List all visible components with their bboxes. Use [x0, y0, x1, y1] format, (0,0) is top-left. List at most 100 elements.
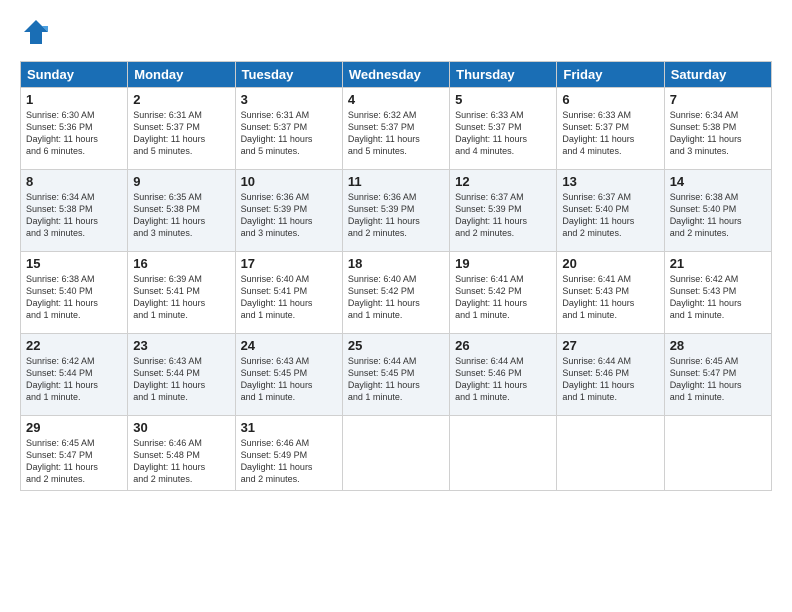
day-number: 21 [670, 256, 766, 271]
calendar-cell: 13 Sunrise: 6:37 AM Sunset: 5:40 PM Dayli… [557, 170, 664, 252]
day-number: 15 [26, 256, 122, 271]
calendar-cell: 30Sunrise: 6:46 AM Sunset: 5:48 PM Dayli… [128, 416, 235, 491]
calendar-cell: 6 Sunrise: 6:33 AM Sunset: 5:37 PM Daylig… [557, 88, 664, 170]
page: SundayMondayTuesdayWednesdayThursdayFrid… [0, 0, 792, 612]
day-number: 13 [562, 174, 658, 189]
calendar-week-2: 8 Sunrise: 6:34 AM Sunset: 5:38 PM Daylig… [21, 170, 772, 252]
cell-text: Sunrise: 6:38 AM Sunset: 5:40 PM Dayligh… [670, 191, 766, 240]
day-number: 30 [133, 420, 229, 435]
logo-icon [22, 18, 50, 46]
calendar-cell: 7 Sunrise: 6:34 AM Sunset: 5:38 PM Daylig… [664, 88, 771, 170]
calendar-body: 1Sunrise: 6:30 AM Sunset: 5:36 PM Daylig… [21, 88, 772, 491]
calendar-cell: 12Sunrise: 6:37 AM Sunset: 5:39 PM Dayli… [450, 170, 557, 252]
day-number: 23 [133, 338, 229, 353]
cell-text: Sunrise: 6:39 AM Sunset: 5:41 PM Dayligh… [133, 273, 229, 322]
calendar-cell: 8 Sunrise: 6:34 AM Sunset: 5:38 PM Daylig… [21, 170, 128, 252]
calendar-week-4: 22 Sunrise: 6:42 AM Sunset: 5:44 PM Dayli… [21, 334, 772, 416]
day-number: 17 [241, 256, 337, 271]
cell-text: Sunrise: 6:33 AM Sunset: 5:37 PM Dayligh… [562, 109, 658, 158]
cell-text: Sunrise: 6:41 AM Sunset: 5:42 PM Dayligh… [455, 273, 551, 322]
calendar-cell: 27 Sunrise: 6:44 AM Sunset: 5:46 PM Dayli… [557, 334, 664, 416]
day-number: 16 [133, 256, 229, 271]
cell-text: Sunrise: 6:42 AM Sunset: 5:44 PM Dayligh… [26, 355, 122, 404]
day-number: 20 [562, 256, 658, 271]
calendar-cell: 11 Sunrise: 6:36 AM Sunset: 5:39 PM Dayli… [342, 170, 449, 252]
calendar-cell: 10Sunrise: 6:36 AM Sunset: 5:39 PM Dayli… [235, 170, 342, 252]
day-number: 25 [348, 338, 444, 353]
calendar-cell: 2 Sunrise: 6:31 AM Sunset: 5:37 PM Daylig… [128, 88, 235, 170]
calendar-cell [664, 416, 771, 491]
calendar-cell: 31Sunrise: 6:46 AM Sunset: 5:49 PM Dayli… [235, 416, 342, 491]
cell-text: Sunrise: 6:37 AM Sunset: 5:40 PM Dayligh… [562, 191, 658, 240]
calendar-cell: 20 Sunrise: 6:41 AM Sunset: 5:43 PM Dayli… [557, 252, 664, 334]
cell-text: Sunrise: 6:34 AM Sunset: 5:38 PM Dayligh… [26, 191, 122, 240]
calendar-cell: 9 Sunrise: 6:35 AM Sunset: 5:38 PM Daylig… [128, 170, 235, 252]
cell-text: Sunrise: 6:45 AM Sunset: 5:47 PM Dayligh… [26, 437, 122, 486]
calendar-cell: 28 Sunrise: 6:45 AM Sunset: 5:47 PM Dayli… [664, 334, 771, 416]
calendar-cell: 23 Sunrise: 6:43 AM Sunset: 5:44 PM Dayli… [128, 334, 235, 416]
calendar-week-1: 1Sunrise: 6:30 AM Sunset: 5:36 PM Daylig… [21, 88, 772, 170]
calendar-header-monday: Monday [128, 62, 235, 88]
cell-text: Sunrise: 6:44 AM Sunset: 5:46 PM Dayligh… [562, 355, 658, 404]
day-number: 22 [26, 338, 122, 353]
cell-text: Sunrise: 6:36 AM Sunset: 5:39 PM Dayligh… [241, 191, 337, 240]
day-number: 7 [670, 92, 766, 107]
day-number: 9 [133, 174, 229, 189]
calendar-week-5: 29 Sunrise: 6:45 AM Sunset: 5:47 PM Dayli… [21, 416, 772, 491]
cell-text: Sunrise: 6:35 AM Sunset: 5:38 PM Dayligh… [133, 191, 229, 240]
day-number: 12 [455, 174, 551, 189]
calendar-header-saturday: Saturday [664, 62, 771, 88]
calendar-cell: 22 Sunrise: 6:42 AM Sunset: 5:44 PM Dayli… [21, 334, 128, 416]
cell-text: Sunrise: 6:33 AM Sunset: 5:37 PM Dayligh… [455, 109, 551, 158]
day-number: 24 [241, 338, 337, 353]
cell-text: Sunrise: 6:43 AM Sunset: 5:44 PM Dayligh… [133, 355, 229, 404]
calendar-cell: 14 Sunrise: 6:38 AM Sunset: 5:40 PM Dayli… [664, 170, 771, 252]
calendar-cell: 25Sunrise: 6:44 AM Sunset: 5:45 PM Dayli… [342, 334, 449, 416]
day-number: 31 [241, 420, 337, 435]
cell-text: Sunrise: 6:44 AM Sunset: 5:46 PM Dayligh… [455, 355, 551, 404]
calendar-week-3: 15 Sunrise: 6:38 AM Sunset: 5:40 PM Dayli… [21, 252, 772, 334]
calendar-cell: 29 Sunrise: 6:45 AM Sunset: 5:47 PM Dayli… [21, 416, 128, 491]
cell-text: Sunrise: 6:38 AM Sunset: 5:40 PM Dayligh… [26, 273, 122, 322]
calendar-cell: 21 Sunrise: 6:42 AM Sunset: 5:43 PM Dayli… [664, 252, 771, 334]
cell-text: Sunrise: 6:36 AM Sunset: 5:39 PM Dayligh… [348, 191, 444, 240]
day-number: 19 [455, 256, 551, 271]
calendar-cell: 4 Sunrise: 6:32 AM Sunset: 5:37 PM Daylig… [342, 88, 449, 170]
cell-text: Sunrise: 6:30 AM Sunset: 5:36 PM Dayligh… [26, 109, 122, 158]
day-number: 27 [562, 338, 658, 353]
calendar-cell: 19 Sunrise: 6:41 AM Sunset: 5:42 PM Dayli… [450, 252, 557, 334]
cell-text: Sunrise: 6:32 AM Sunset: 5:37 PM Dayligh… [348, 109, 444, 158]
day-number: 5 [455, 92, 551, 107]
calendar-cell [450, 416, 557, 491]
cell-text: Sunrise: 6:41 AM Sunset: 5:43 PM Dayligh… [562, 273, 658, 322]
logo [20, 18, 50, 51]
day-number: 6 [562, 92, 658, 107]
calendar-cell: 1Sunrise: 6:30 AM Sunset: 5:36 PM Daylig… [21, 88, 128, 170]
cell-text: Sunrise: 6:45 AM Sunset: 5:47 PM Dayligh… [670, 355, 766, 404]
cell-text: Sunrise: 6:31 AM Sunset: 5:37 PM Dayligh… [241, 109, 337, 158]
calendar-cell: 15 Sunrise: 6:38 AM Sunset: 5:40 PM Dayli… [21, 252, 128, 334]
cell-text: Sunrise: 6:43 AM Sunset: 5:45 PM Dayligh… [241, 355, 337, 404]
calendar-cell: 16 Sunrise: 6:39 AM Sunset: 5:41 PM Dayli… [128, 252, 235, 334]
calendar-header-thursday: Thursday [450, 62, 557, 88]
calendar-header-sunday: Sunday [21, 62, 128, 88]
calendar-cell: 17 Sunrise: 6:40 AM Sunset: 5:41 PM Dayli… [235, 252, 342, 334]
day-number: 14 [670, 174, 766, 189]
calendar-cell: 5 Sunrise: 6:33 AM Sunset: 5:37 PM Daylig… [450, 88, 557, 170]
day-number: 2 [133, 92, 229, 107]
cell-text: Sunrise: 6:34 AM Sunset: 5:38 PM Dayligh… [670, 109, 766, 158]
cell-text: Sunrise: 6:42 AM Sunset: 5:43 PM Dayligh… [670, 273, 766, 322]
cell-text: Sunrise: 6:31 AM Sunset: 5:37 PM Dayligh… [133, 109, 229, 158]
day-number: 28 [670, 338, 766, 353]
cell-text: Sunrise: 6:40 AM Sunset: 5:42 PM Dayligh… [348, 273, 444, 322]
day-number: 11 [348, 174, 444, 189]
logo-text [20, 18, 50, 51]
header [20, 18, 772, 51]
day-number: 8 [26, 174, 122, 189]
calendar-cell [342, 416, 449, 491]
calendar-header-tuesday: Tuesday [235, 62, 342, 88]
cell-text: Sunrise: 6:40 AM Sunset: 5:41 PM Dayligh… [241, 273, 337, 322]
calendar-cell: 26Sunrise: 6:44 AM Sunset: 5:46 PM Dayli… [450, 334, 557, 416]
day-number: 29 [26, 420, 122, 435]
day-number: 4 [348, 92, 444, 107]
